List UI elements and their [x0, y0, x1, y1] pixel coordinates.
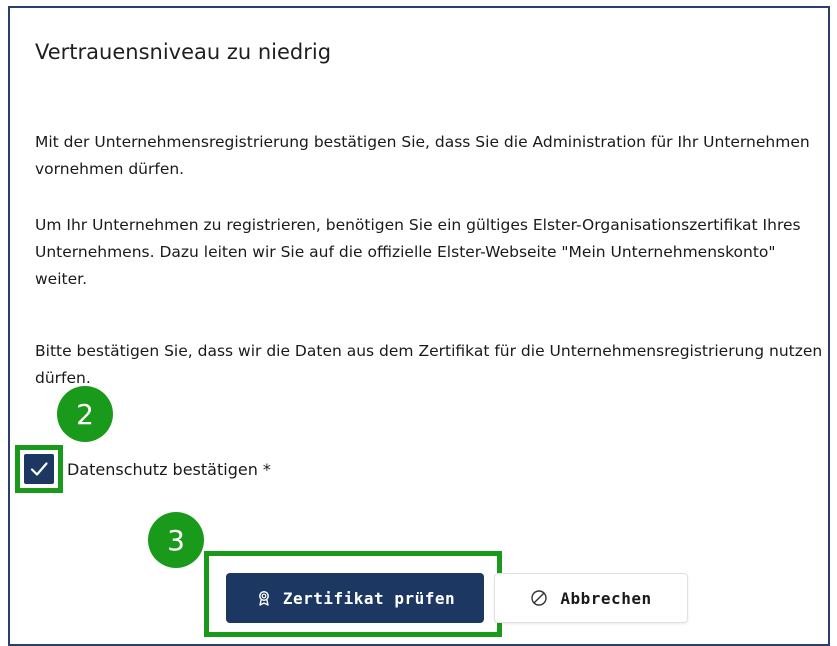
info-paragraph-certificate: Um Ihr Unternehmen zu registrieren, benö… [35, 216, 801, 288]
dialog-title: Vertrauensniveau zu niedrig [35, 40, 332, 64]
info-paragraph-administration: Mit der Unternehmensregistrierung bestät… [35, 133, 810, 178]
cancel-label: Abbrechen [560, 588, 652, 608]
registration-dialog: Vertrauensniveau zu niedrig Mit der Unte… [8, 6, 830, 646]
privacy-checkbox-label[interactable]: Datenschutz bestätigen * [67, 460, 271, 479]
step-badge-3: 3 [148, 512, 204, 568]
info-paragraph-consent: Bitte bestätigen Sie, dass wir die Daten… [35, 342, 823, 387]
privacy-checkbox-row: Datenschutz bestätigen * [15, 443, 271, 495]
checkbox-highlight-frame [15, 445, 63, 493]
check-certificate-label: Zertifikat prüfen [282, 588, 456, 608]
step-badge-2: 2 [57, 386, 113, 442]
certificate-icon [255, 589, 273, 607]
cancel-button[interactable]: Abbrechen [494, 573, 688, 623]
checkmark-icon [30, 462, 48, 476]
privacy-checkbox[interactable] [24, 454, 54, 484]
cancel-circle-icon [530, 589, 548, 607]
check-certificate-button[interactable]: Zertifikat prüfen [226, 573, 484, 623]
